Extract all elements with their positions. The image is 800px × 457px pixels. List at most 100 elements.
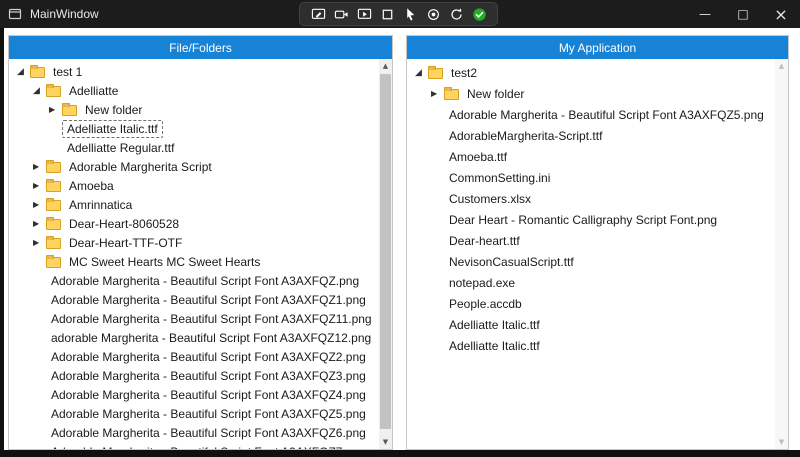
tree-item-label[interactable]: Adorable Margherita - Beautiful Script F… bbox=[444, 106, 769, 124]
tree-item-label[interactable]: test2 bbox=[446, 64, 482, 82]
stop-icon[interactable] bbox=[379, 6, 395, 22]
expand-icon[interactable]: ▶ bbox=[31, 162, 46, 171]
tree-row[interactable]: ◢ test2 bbox=[407, 62, 775, 83]
left-scrollbar[interactable]: ▲ ▼ bbox=[379, 59, 392, 449]
expand-icon[interactable]: ▶ bbox=[47, 105, 62, 114]
tree-item-label[interactable]: adorable Margherita - Beautiful Script F… bbox=[46, 329, 376, 347]
close-button[interactable]: × bbox=[762, 0, 800, 28]
tree-row[interactable]: Adorable Margherita - Beautiful Script F… bbox=[9, 347, 379, 366]
tree-row[interactable]: Adorable Margherita - Beautiful Script F… bbox=[9, 423, 379, 442]
restart-icon[interactable] bbox=[448, 6, 464, 22]
tree-row[interactable]: ▶ Dear-Heart-TTF-OTF bbox=[9, 233, 379, 252]
tree-row[interactable]: ▶ New folder bbox=[9, 100, 379, 119]
folder-icon bbox=[46, 181, 61, 192]
tree-item-label[interactable]: Adorable Margherita - Beautiful Script F… bbox=[46, 272, 364, 290]
tree-row[interactable]: Adorable Margherita - Beautiful Script F… bbox=[9, 366, 379, 385]
tree-item-label[interactable]: Adelliatte Italic.ttf bbox=[444, 316, 545, 334]
tree-item-label[interactable]: Adorable Margherita Script bbox=[64, 158, 217, 176]
collapse-icon[interactable]: ◢ bbox=[413, 68, 428, 78]
tree-row[interactable]: notepad.exe bbox=[407, 272, 775, 293]
tree-row[interactable]: Adorable Margherita - Beautiful Script F… bbox=[9, 309, 379, 328]
cursor-icon[interactable] bbox=[402, 6, 418, 22]
tree-row[interactable]: AdorableMargherita-Script.ttf bbox=[407, 125, 775, 146]
tree-row[interactable]: Adelliatte Italic.ttf bbox=[407, 314, 775, 335]
scroll-up-icon[interactable]: ▲ bbox=[379, 59, 392, 73]
collapse-icon[interactable]: ◢ bbox=[15, 67, 30, 77]
tree-item-label[interactable]: New folder bbox=[462, 85, 529, 103]
minimize-button[interactable]: — bbox=[686, 0, 724, 28]
tree-row[interactable]: Amoeba.ttf bbox=[407, 146, 775, 167]
tree-item-label[interactable]: test 1 bbox=[48, 63, 87, 81]
tree-row[interactable]: Dear-heart.ttf bbox=[407, 230, 775, 251]
tree-item-label[interactable]: Adorable Margherita - Beautiful Script F… bbox=[46, 367, 371, 385]
tree-item-label[interactable]: AdorableMargherita-Script.ttf bbox=[444, 127, 607, 145]
tree-item-label[interactable]: Adelliatte Italic.ttf bbox=[444, 337, 545, 355]
record-icon[interactable] bbox=[425, 6, 441, 22]
expand-icon[interactable]: ▶ bbox=[31, 181, 46, 190]
tree-row[interactable]: ▶ Amrinnatica bbox=[9, 195, 379, 214]
tree-item-label[interactable]: CommonSetting.ini bbox=[444, 169, 555, 187]
tree-row[interactable]: Adorable Margherita - Beautiful Script F… bbox=[407, 104, 775, 125]
expand-icon[interactable]: ▶ bbox=[31, 238, 46, 247]
client-area: File/Folders ◢test 1◢Adelliatte▶New fold… bbox=[4, 28, 800, 450]
tree-row[interactable]: ◢ Adelliatte bbox=[9, 81, 379, 100]
scroll-up-icon[interactable]: ▲ bbox=[775, 59, 788, 73]
tree-row[interactable]: ▶ Adorable Margherita Script bbox=[9, 157, 379, 176]
tree-row[interactable]: MC Sweet Hearts MC Sweet Hearts bbox=[9, 252, 379, 271]
tree-item-label[interactable]: Adorable Margherita - Beautiful Script F… bbox=[46, 443, 371, 450]
tree-item-label[interactable]: MC Sweet Hearts MC Sweet Hearts bbox=[64, 253, 265, 271]
tree-row[interactable]: Adorable Margherita - Beautiful Script F… bbox=[9, 290, 379, 309]
expand-icon[interactable]: ▶ bbox=[31, 219, 46, 228]
tree-item-label[interactable]: Dear-Heart-8060528 bbox=[64, 215, 184, 233]
tree-row[interactable]: ▶ Amoeba bbox=[9, 176, 379, 195]
tree-item-label[interactable]: Adelliatte Regular.ttf bbox=[62, 139, 179, 157]
tree-item-label[interactable]: Adorable Margherita - Beautiful Script F… bbox=[46, 310, 377, 328]
tree-item-label[interactable]: Dear Heart - Romantic Calligraphy Script… bbox=[444, 211, 722, 229]
collapse-icon[interactable]: ◢ bbox=[31, 86, 46, 96]
tree-row[interactable]: Adelliatte Italic.ttf bbox=[407, 335, 775, 356]
expand-icon[interactable]: ▶ bbox=[31, 200, 46, 209]
tree-row[interactable]: Adorable Margherita - Beautiful Script F… bbox=[9, 271, 379, 290]
tree-item-label[interactable]: notepad.exe bbox=[444, 274, 520, 292]
video-camera-icon[interactable] bbox=[333, 6, 349, 22]
screen-annotate-icon[interactable] bbox=[310, 6, 326, 22]
tree-item-label[interactable]: Adorable Margherita - Beautiful Script F… bbox=[46, 405, 371, 423]
scroll-down-icon[interactable]: ▼ bbox=[775, 435, 788, 449]
tree-item-label[interactable]: Dear-Heart-TTF-OTF bbox=[64, 234, 187, 252]
tree-row[interactable]: Adorable Margherita - Beautiful Script F… bbox=[9, 404, 379, 423]
tree-item-label[interactable]: Adorable Margherita - Beautiful Script F… bbox=[46, 386, 371, 404]
tree-row[interactable]: ◢ test 1 bbox=[9, 62, 379, 81]
tree-item-label[interactable]: Adorable Margherita - Beautiful Script F… bbox=[46, 348, 371, 366]
tree-item-label[interactable]: Dear-heart.ttf bbox=[444, 232, 525, 250]
tree-row[interactable]: adorable Margherita - Beautiful Script F… bbox=[9, 328, 379, 347]
tree-item-label[interactable]: Adorable Margherita - Beautiful Script F… bbox=[46, 424, 371, 442]
tree-item-label[interactable]: Amoeba.ttf bbox=[444, 148, 512, 166]
right-scrollbar[interactable]: ▲ ▼ bbox=[775, 59, 788, 449]
tree-row[interactable]: CommonSetting.ini bbox=[407, 167, 775, 188]
expand-icon[interactable]: ▶ bbox=[429, 89, 444, 98]
tree-item-label[interactable]: Customers.xlsx bbox=[444, 190, 536, 208]
tree-row[interactable]: Dear Heart - Romantic Calligraphy Script… bbox=[407, 209, 775, 230]
tree-row[interactable]: Adorable Margherita - Beautiful Script F… bbox=[9, 385, 379, 404]
done-icon[interactable] bbox=[471, 6, 487, 22]
scroll-down-icon[interactable]: ▼ bbox=[379, 435, 392, 449]
tree-item-label[interactable]: People.accdb bbox=[444, 295, 527, 313]
tree-item-label[interactable]: NevisonCasualScript.ttf bbox=[444, 253, 579, 271]
tree-item-label[interactable]: Adorable Margherita - Beautiful Script F… bbox=[46, 291, 371, 309]
tree-row[interactable]: ▶ New folder bbox=[407, 83, 775, 104]
tree-item-label[interactable]: Adelliatte Italic.ttf bbox=[62, 120, 163, 138]
screen-present-icon[interactable] bbox=[356, 6, 372, 22]
tree-row[interactable]: Customers.xlsx bbox=[407, 188, 775, 209]
tree-row[interactable]: Adelliatte Italic.ttf bbox=[9, 119, 379, 138]
tree-row[interactable]: NevisonCasualScript.ttf bbox=[407, 251, 775, 272]
tree-row[interactable]: Adorable Margherita - Beautiful Script F… bbox=[9, 442, 379, 449]
tree-row[interactable]: People.accdb bbox=[407, 293, 775, 314]
tree-item-label[interactable]: Amoeba bbox=[64, 177, 119, 195]
scroll-thumb[interactable] bbox=[380, 74, 391, 429]
tree-item-label[interactable]: New folder bbox=[80, 101, 147, 119]
maximize-button[interactable]: □ bbox=[724, 0, 762, 28]
tree-item-label[interactable]: Adelliatte bbox=[64, 82, 123, 100]
tree-row[interactable]: Adelliatte Regular.ttf bbox=[9, 138, 379, 157]
tree-item-label[interactable]: Amrinnatica bbox=[64, 196, 137, 214]
tree-row[interactable]: ▶ Dear-Heart-8060528 bbox=[9, 214, 379, 233]
